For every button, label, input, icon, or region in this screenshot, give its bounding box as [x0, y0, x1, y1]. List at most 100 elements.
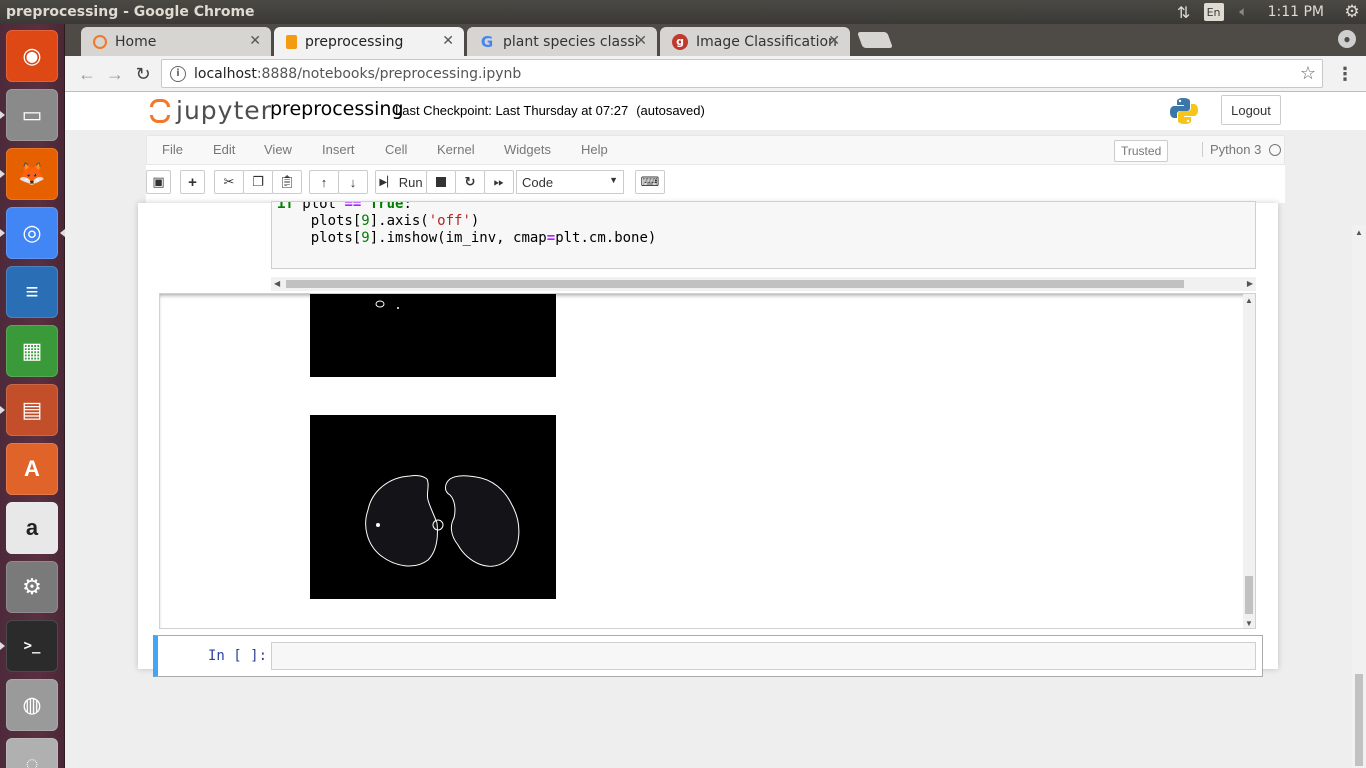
- keyboard-icon: ⌨: [640, 174, 660, 189]
- command-palette-button[interactable]: ⌨: [635, 170, 665, 194]
- scroll-up-icon[interactable]: ▲: [1245, 296, 1253, 305]
- menu-edit[interactable]: Edit: [213, 142, 235, 157]
- close-icon[interactable]: ✕: [828, 33, 840, 49]
- notebook-favicon-icon: [286, 34, 297, 49]
- scrollbar-thumb[interactable]: [1355, 674, 1363, 766]
- copy-button[interactable]: ❐: [243, 170, 273, 194]
- code-horizontal-scrollbar[interactable]: ◀ ▶: [271, 277, 1256, 291]
- back-icon[interactable]: ←: [75, 62, 99, 86]
- move-up-button[interactable]: ↑: [309, 170, 339, 194]
- scrollbar-thumb[interactable]: [1245, 576, 1253, 614]
- bookmark-star-icon[interactable]: ☆: [1300, 63, 1316, 84]
- code-token: plot: [293, 201, 345, 212]
- code-token: =: [546, 230, 556, 246]
- calc-icon[interactable]: ▦: [6, 325, 58, 377]
- scroll-down-icon[interactable]: ▼: [1245, 619, 1253, 628]
- tab-image-classification[interactable]: g Image Classification ✕: [660, 27, 850, 56]
- code-token: 'off': [428, 213, 471, 229]
- notebook-name[interactable]: preprocessing: [270, 98, 404, 120]
- menu-insert[interactable]: Insert: [322, 142, 355, 157]
- software-center-icon[interactable]: A: [6, 443, 58, 495]
- paste-button[interactable]: 📋︎: [272, 170, 302, 194]
- code-line-2: plots[9].axis('off'): [277, 213, 480, 229]
- caret-down-icon: ▼: [609, 175, 618, 185]
- disk-icon[interactable]: ◍: [6, 679, 58, 731]
- menu-cell[interactable]: Cell: [385, 142, 407, 157]
- clock[interactable]: 1:11 PM: [1258, 4, 1338, 20]
- empty-code-editor[interactable]: [271, 642, 1256, 670]
- output-image-2: [310, 415, 556, 599]
- window-title: preprocessing - Google Chrome: [6, 4, 255, 20]
- move-down-button[interactable]: ↓: [338, 170, 368, 194]
- volume-muted-icon[interactable]: 🔈︎: [1230, 4, 1258, 20]
- notebook-menubar: File Edit View Insert Cell Kernel Widget…: [146, 135, 1285, 165]
- impress-icon[interactable]: ▤: [0, 384, 58, 436]
- run-label: Run: [398, 174, 423, 190]
- gitbook-favicon-icon: g: [672, 33, 688, 50]
- drive-icon[interactable]: ◌: [6, 738, 58, 768]
- output-vertical-scrollbar[interactable]: ▲ ▼: [1243, 294, 1255, 628]
- cell-output-area[interactable]: ▲ ▼: [159, 293, 1256, 629]
- menu-widgets[interactable]: Widgets: [504, 142, 551, 157]
- page-vertical-scrollbar[interactable]: ▲: [1352, 225, 1366, 768]
- tab-plant-species[interactable]: G plant species classi ✕: [467, 27, 657, 56]
- menu-view[interactable]: View: [264, 142, 292, 157]
- firefox-icon[interactable]: 🦊: [0, 148, 58, 200]
- kernel-name: Python 3: [1202, 142, 1261, 157]
- menu-help[interactable]: Help: [581, 142, 608, 157]
- logout-button[interactable]: Logout: [1221, 95, 1281, 125]
- ubuntu-dash-icon[interactable]: ◉: [6, 30, 58, 82]
- interrupt-button[interactable]: [426, 170, 456, 194]
- network-icon[interactable]: ⇅: [1170, 3, 1198, 22]
- writer-icon[interactable]: ≡: [6, 266, 58, 318]
- notebook-toolbar: ▣ + ✂ ❐ 📋︎ ↑ ↓ ▶▏ Run ↻ ⏩︎ Code ▼ ⌨: [146, 165, 1285, 203]
- system-settings-icon[interactable]: ⚙: [6, 561, 58, 613]
- close-icon[interactable]: ✕: [249, 33, 261, 49]
- tab-label: Image Classification: [696, 33, 836, 50]
- jupyter-page: jupyter preprocessing Last Checkpoint: L…: [65, 92, 1366, 768]
- scrollbar-thumb[interactable]: [286, 280, 1184, 288]
- terminal-icon[interactable]: >_: [0, 620, 58, 672]
- cell-type-select[interactable]: Code ▼: [516, 170, 624, 194]
- top-panel: preprocessing - Google Chrome ⇅ En 🔈︎ 1:…: [0, 0, 1366, 24]
- chrome-icon[interactable]: ◎: [0, 207, 65, 259]
- keyboard-layout-indicator[interactable]: En: [1203, 3, 1224, 21]
- menu-file[interactable]: File: [162, 142, 183, 157]
- url-path: :8888/notebooks/preprocessing.ipynb: [256, 65, 522, 82]
- profile-icon[interactable]: ●: [1338, 30, 1356, 48]
- lung-segmentation-mask: [365, 474, 520, 567]
- scroll-left-icon[interactable]: ◀: [274, 279, 280, 288]
- run-button[interactable]: ▶▏ Run: [375, 170, 427, 194]
- menu-kernel[interactable]: Kernel: [437, 142, 475, 157]
- amazon-icon[interactable]: a: [6, 502, 58, 554]
- insert-cell-button[interactable]: +: [180, 170, 205, 194]
- restart-run-all-button[interactable]: ⏩︎: [484, 170, 514, 194]
- cut-button[interactable]: ✂: [214, 170, 244, 194]
- close-icon[interactable]: ✕: [442, 33, 454, 49]
- system-gear-icon[interactable]: ⚙: [1338, 2, 1366, 22]
- input-prompt: In [ ]:: [208, 648, 268, 664]
- forward-icon[interactable]: →: [103, 62, 127, 86]
- arrow-up-icon: ↑: [320, 174, 328, 190]
- empty-code-cell[interactable]: In [ ]:: [153, 635, 1263, 677]
- restart-button[interactable]: ↻: [455, 170, 485, 194]
- code-token: True: [369, 201, 404, 212]
- trusted-indicator[interactable]: Trusted: [1114, 140, 1169, 162]
- scroll-up-icon[interactable]: ▲: [1355, 228, 1363, 237]
- new-tab-button[interactable]: [857, 32, 893, 48]
- step-forward-icon: ▶▏: [379, 176, 395, 188]
- python-logo-icon: [1170, 98, 1198, 124]
- files-icon[interactable]: ▭: [0, 89, 58, 141]
- jupyter-logo[interactable]: jupyter: [148, 96, 272, 125]
- scroll-right-icon[interactable]: ▶: [1247, 279, 1253, 288]
- reload-icon[interactable]: ↻: [131, 62, 155, 86]
- info-icon[interactable]: i: [170, 65, 186, 82]
- jupyter-header: jupyter preprocessing Last Checkpoint: L…: [65, 92, 1366, 130]
- address-bar[interactable]: i localhost:8888/notebooks/preprocessing…: [161, 59, 1323, 88]
- chrome-menu-icon[interactable]: ⋮: [1336, 64, 1354, 85]
- tab-home[interactable]: Home ✕: [81, 27, 271, 56]
- close-icon[interactable]: ✕: [635, 33, 647, 49]
- tab-preprocessing[interactable]: preprocessing ✕: [274, 27, 464, 56]
- code-cell-editor[interactable]: if plot == True: plots[9].axis('off') pl…: [271, 201, 1256, 269]
- save-button[interactable]: ▣: [146, 170, 171, 194]
